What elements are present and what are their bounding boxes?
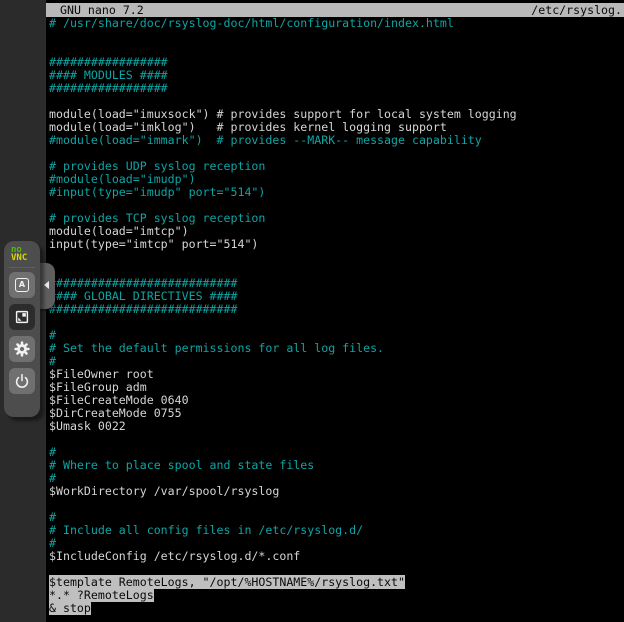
fullscreen-button[interactable]: [9, 304, 35, 330]
settings-button[interactable]: [9, 336, 35, 362]
novnc-logo: no VNC: [4, 241, 40, 262]
line-text: # /usr/share/doc/rsyslog-doc/html/config…: [49, 16, 454, 30]
editor-line: [49, 30, 624, 43]
editor-line: *.* ?RemoteLogs: [49, 589, 624, 602]
editor-line: [49, 316, 624, 329]
editor-line: #input(type="imudp" port="514"): [49, 186, 624, 199]
line-text: input(type="imtcp" port="514"): [49, 237, 258, 251]
selected-text: & stop: [49, 601, 91, 615]
line-text: $FileOwner root: [49, 367, 154, 381]
editor-line: # Where to place spool and state files: [49, 459, 624, 472]
selected-text: *.* ?RemoteLogs: [49, 588, 154, 602]
line-text: module(load="imuxsock") # provides suppo…: [49, 107, 517, 121]
line-text: #module(load="imudp"): [49, 172, 196, 186]
novnc-logo-vnc: VNC: [11, 254, 40, 262]
novnc-control-bar: no VNC A: [4, 241, 40, 417]
selected-text: $template RemoteLogs, "/opt/%HOSTNAME%/r…: [49, 575, 405, 589]
line-text: ###########################: [49, 302, 237, 316]
clipboard-button[interactable]: A: [9, 272, 35, 298]
line-text: #: [49, 510, 56, 524]
line-text: #### MODULES ####: [49, 68, 168, 82]
line-text: #: [49, 354, 56, 368]
line-text: $IncludeConfig /etc/rsyslog.d/*.conf: [49, 549, 300, 563]
editor-line: input(type="imtcp" port="514"): [49, 238, 624, 251]
clipboard-icon: A: [15, 278, 29, 292]
line-text: # provides TCP syslog reception: [49, 211, 265, 225]
line-text: module(load="imtcp"): [49, 224, 189, 238]
editor-line: # Include all config files in /etc/rsysl…: [49, 524, 624, 537]
editor-line: # /usr/share/doc/rsyslog-doc/html/config…: [49, 17, 624, 30]
line-text: #module(load="immark") # provides --MARK…: [49, 133, 482, 147]
fullscreen-icon: [13, 308, 31, 326]
editor-line: $IncludeConfig /etc/rsyslog.d/*.conf: [49, 550, 624, 563]
editor-line: $Umask 0022: [49, 420, 624, 433]
editor-line: #################: [49, 82, 624, 95]
editor-line: ###########################: [49, 303, 624, 316]
gear-icon: [13, 340, 31, 358]
editor-content[interactable]: # /usr/share/doc/rsyslog-doc/html/config…: [46, 17, 624, 622]
editor-line: # Set the default permissions for all lo…: [49, 342, 624, 355]
editor-line: #module(load="immark") # provides --MARK…: [49, 134, 624, 147]
line-text: $FileCreateMode 0640: [49, 393, 189, 407]
line-text: #input(type="imudp" port="514"): [49, 185, 265, 199]
editor-line: $WorkDirectory /var/spool/rsyslog: [49, 485, 624, 498]
editor-line: [49, 433, 624, 446]
line-text: #################: [49, 55, 168, 69]
editor-line: $DirCreateMode 0755: [49, 407, 624, 420]
line-text: #################: [49, 81, 168, 95]
line-text: # provides UDP syslog reception: [49, 159, 265, 173]
line-text: # Where to place spool and state files: [49, 458, 314, 472]
line-text: module(load="imklog") # provides kernel …: [49, 120, 447, 134]
line-text: $Umask 0022: [49, 419, 126, 433]
line-text: ###########################: [49, 276, 237, 290]
panel-divider: [9, 267, 35, 268]
power-icon: [13, 372, 31, 390]
line-text: #: [49, 445, 56, 459]
line-text: $DirCreateMode 0755: [49, 406, 182, 420]
editor-line: [49, 251, 624, 264]
nano-version-label: GNU nano 7.2: [60, 3, 144, 17]
collapse-arrow-icon: [44, 281, 49, 289]
line-text: # Include all config files in /etc/rsysl…: [49, 523, 363, 537]
line-text: $FileGroup adm: [49, 380, 147, 394]
nano-titlebar: GNU nano 7.2 /etc/rsyslog.: [46, 3, 624, 17]
editor-line: & stop: [49, 602, 624, 615]
line-text: #: [49, 328, 56, 342]
disconnect-button[interactable]: [9, 368, 35, 394]
line-text: #### GLOBAL DIRECTIVES ####: [49, 289, 237, 303]
line-text: # Set the default permissions for all lo…: [49, 341, 384, 355]
terminal-screen: GNU nano 7.2 /etc/rsyslog. # /usr/share/…: [46, 0, 624, 622]
line-text: #: [49, 471, 56, 485]
line-text: $WorkDirectory /var/spool/rsyslog: [49, 484, 279, 498]
nano-filename-label: /etc/rsyslog.: [531, 3, 622, 17]
editor-line: [49, 498, 624, 511]
line-text: #: [49, 536, 56, 550]
